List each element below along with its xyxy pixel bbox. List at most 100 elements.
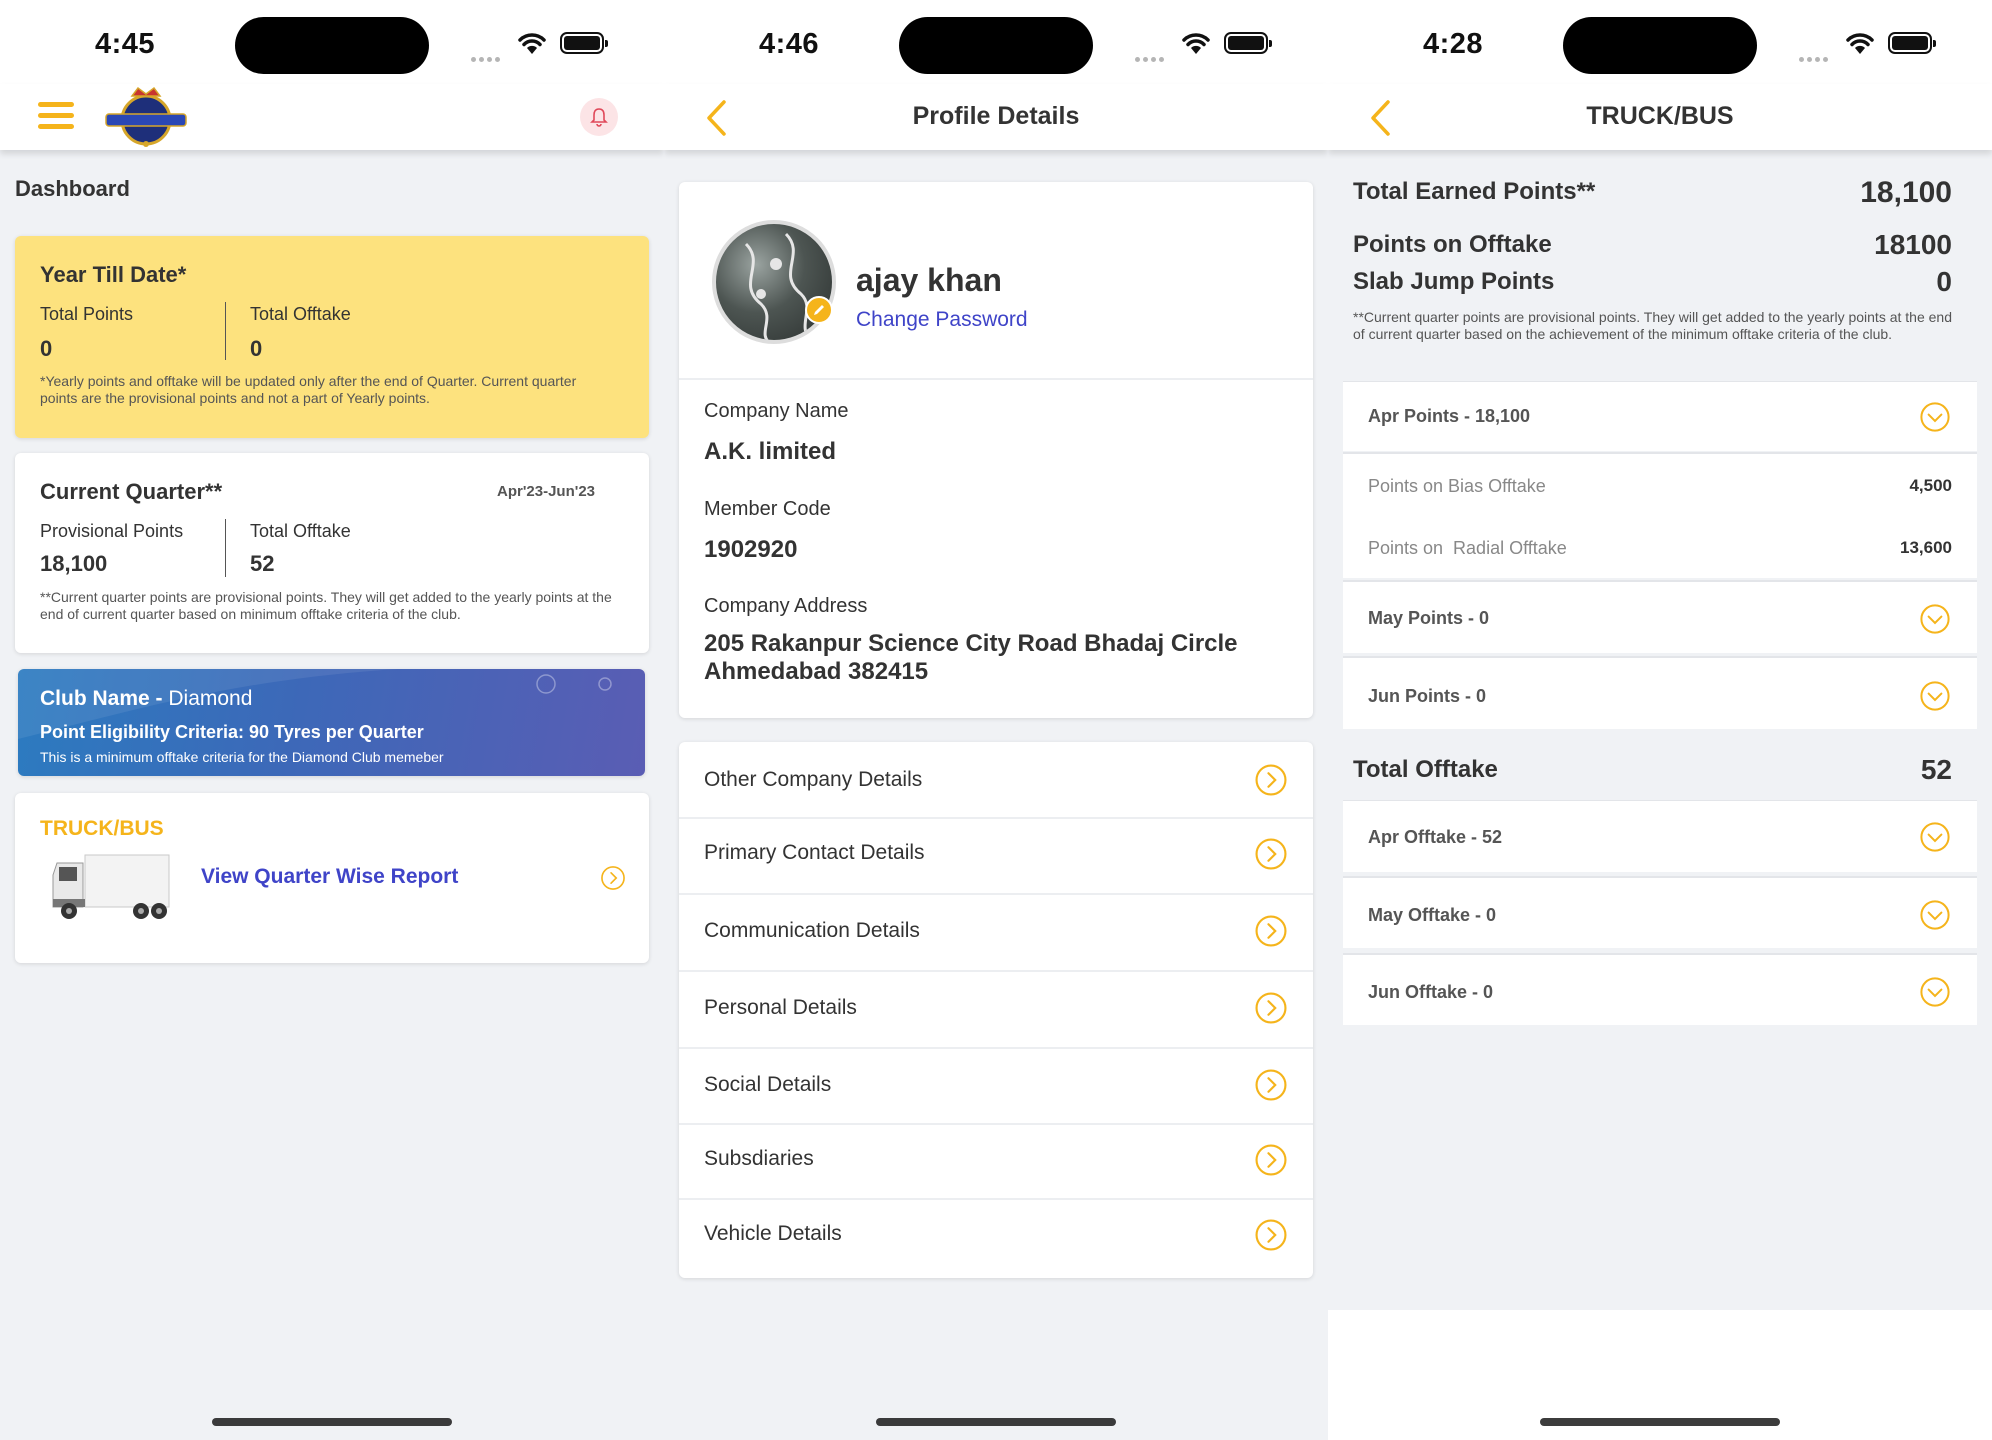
view-quarter-report-link[interactable]: View Quarter Wise Report xyxy=(201,865,458,889)
chevron-right-icon xyxy=(1255,915,1287,947)
menu-item-personal[interactable]: Personal Details xyxy=(679,972,1313,1047)
menu-item-subsidiaries[interactable]: Subsdiaries xyxy=(679,1125,1313,1198)
home-indicator[interactable] xyxy=(1540,1418,1780,1426)
divider xyxy=(225,519,226,577)
menu-item-label: Subsdiaries xyxy=(704,1147,814,1170)
divider xyxy=(225,302,226,360)
current-quarter-card: Current Quarter** Apr'23-Jun'23 Provisio… xyxy=(15,453,649,653)
change-password-link[interactable]: Change Password xyxy=(856,308,1028,332)
company-address-label: Company Address xyxy=(704,595,868,617)
radial-offtake-value: 13,600 xyxy=(1900,538,1952,557)
menu-item-communication[interactable]: Communication Details xyxy=(679,895,1313,970)
chevron-down-icon xyxy=(1920,977,1950,1007)
total-offtake-label: Total Offtake xyxy=(1353,756,1498,783)
wifi-icon xyxy=(518,33,546,54)
total-earned-label: Total Earned Points** xyxy=(1353,178,1596,205)
menu-item-label: Other Company Details xyxy=(704,768,923,791)
quarter-range: Apr'23-Jun'23 xyxy=(497,483,595,500)
company-name-label: Company Name xyxy=(704,400,849,422)
chevron-right-icon xyxy=(1255,1144,1287,1176)
truck-bus-card[interactable]: TRUCK/BUS View Quarter Wise Report xyxy=(15,793,649,963)
ytd-title: Year Till Date* xyxy=(40,262,187,287)
menu-item-vehicle[interactable]: Vehicle Details xyxy=(679,1200,1313,1276)
truck-image xyxy=(52,854,170,919)
truck-bus-header: TRUCK/BUS xyxy=(1328,84,1992,150)
apr-points-row[interactable]: Apr Points - 18,100 xyxy=(1343,381,1977,451)
user-name: ajay khan xyxy=(856,262,1002,298)
club-name-label: Club Name - xyxy=(40,687,169,710)
status-time: 4:45 xyxy=(95,28,156,60)
dashboard-screen: 4:45 Dashboard Year Till Date* Total Poi… xyxy=(0,0,664,1440)
total-earned-value: 18,100 xyxy=(1860,176,1952,209)
menu-item-label: Primary Contact Details xyxy=(704,841,925,864)
may-points-row[interactable]: May Points - 0 xyxy=(1343,580,1977,653)
chevron-down-icon xyxy=(1920,822,1950,852)
hamburger-icon[interactable] xyxy=(38,102,74,132)
battery-icon xyxy=(560,32,608,54)
apr-offtake-row[interactable]: Apr Offtake - 52 xyxy=(1343,800,1977,872)
jun-points-label: Jun Points - 0 xyxy=(1368,686,1487,706)
company-name-value: A.K. limited xyxy=(704,438,837,465)
chevron-right-icon xyxy=(1255,764,1287,796)
club-name-line: Club Name - Diamond xyxy=(40,687,252,711)
menu-item-label: Communication Details xyxy=(704,919,920,942)
apr-offtake-label: Apr Offtake - 52 xyxy=(1368,827,1503,847)
avatar-pattern xyxy=(744,232,812,340)
battery-icon xyxy=(1888,32,1936,54)
signal-icon xyxy=(471,49,503,67)
page-title: TRUCK/BUS xyxy=(1586,102,1734,130)
pencil-icon xyxy=(814,305,824,315)
may-offtake-row[interactable]: May Offtake - 0 xyxy=(1343,876,1977,948)
menu-item-label: Social Details xyxy=(704,1073,832,1096)
profile-screen: 4:46 Profile Details ajay khan Change Pa… xyxy=(664,0,1328,1440)
may-points-label: May Points - 0 xyxy=(1368,608,1490,628)
jun-offtake-label: Jun Offtake - 0 xyxy=(1368,982,1494,1002)
provisional-points-label: Provisional Points xyxy=(40,521,184,541)
edit-avatar-button[interactable] xyxy=(805,296,833,324)
dynamic-island xyxy=(1563,17,1757,74)
ytd-offtake-value: 0 xyxy=(250,336,263,361)
truck-bus-screen: 4:28 TRUCK/BUS Total Earned Points** 18,… xyxy=(1328,0,1992,1440)
chevron-right-icon xyxy=(1255,1219,1287,1251)
brand-logo xyxy=(105,86,187,147)
status-bar: 4:28 xyxy=(1328,0,1992,84)
page-title: Profile Details xyxy=(912,102,1080,130)
quarter-title: Current Quarter** xyxy=(40,479,223,504)
total-offtake-value: 52 xyxy=(1920,754,1952,785)
divider xyxy=(679,378,1313,380)
jun-offtake-row[interactable]: Jun Offtake - 0 xyxy=(1343,953,1977,1025)
home-indicator[interactable] xyxy=(212,1418,452,1426)
menu-item-social[interactable]: Social Details xyxy=(679,1049,1313,1123)
slab-jump-value: 0 xyxy=(1936,266,1952,297)
jun-points-row[interactable]: Jun Points - 0 xyxy=(1343,656,1977,729)
profile-card: ajay khan Change Password Company Name A… xyxy=(679,182,1313,718)
club-note: This is a minimum offtake criteria for t… xyxy=(40,749,444,765)
notification-button[interactable] xyxy=(580,98,618,136)
chevron-right-icon[interactable] xyxy=(600,865,626,891)
home-indicator[interactable] xyxy=(876,1418,1116,1426)
company-address-value: 205 Rakanpur Science City Road Bhadaj Ci… xyxy=(704,630,1238,685)
avatar[interactable] xyxy=(712,220,836,344)
menu-item-other-company[interactable]: Other Company Details xyxy=(679,742,1313,817)
radial-offtake-label: Points on Radial Offtake xyxy=(1368,538,1567,558)
status-time: 4:46 xyxy=(759,28,820,60)
ytd-points-value: 0 xyxy=(40,336,53,361)
chevron-right-icon xyxy=(1255,1069,1287,1101)
chevron-down-icon xyxy=(1920,900,1950,930)
status-bar: 4:46 xyxy=(664,0,1328,84)
profile-menu: Other Company Details Primary Contact De… xyxy=(679,742,1313,1278)
chevron-down-icon xyxy=(1920,604,1950,634)
apr-points-breakdown: Points on Bias Offtake 4,500 Points on R… xyxy=(1343,452,1977,578)
dashboard-header xyxy=(0,84,664,150)
truck-bus-title: TRUCK/BUS xyxy=(40,817,164,840)
chevron-down-icon xyxy=(1920,681,1950,711)
menu-item-label: Personal Details xyxy=(704,996,857,1019)
club-card: Club Name - Diamond Point Eligibility Cr… xyxy=(18,669,645,776)
profile-header: Profile Details xyxy=(664,84,1328,150)
offtake-points-label: Points on Offtake xyxy=(1353,231,1552,258)
bias-offtake-label: Points on Bias Offtake xyxy=(1368,476,1546,496)
apr-points-label: Apr Points - 18,100 xyxy=(1368,406,1531,426)
wifi-icon xyxy=(1846,33,1874,54)
slab-jump-label: Slab Jump Points xyxy=(1353,268,1555,295)
menu-item-primary-contact[interactable]: Primary Contact Details xyxy=(679,819,1313,893)
